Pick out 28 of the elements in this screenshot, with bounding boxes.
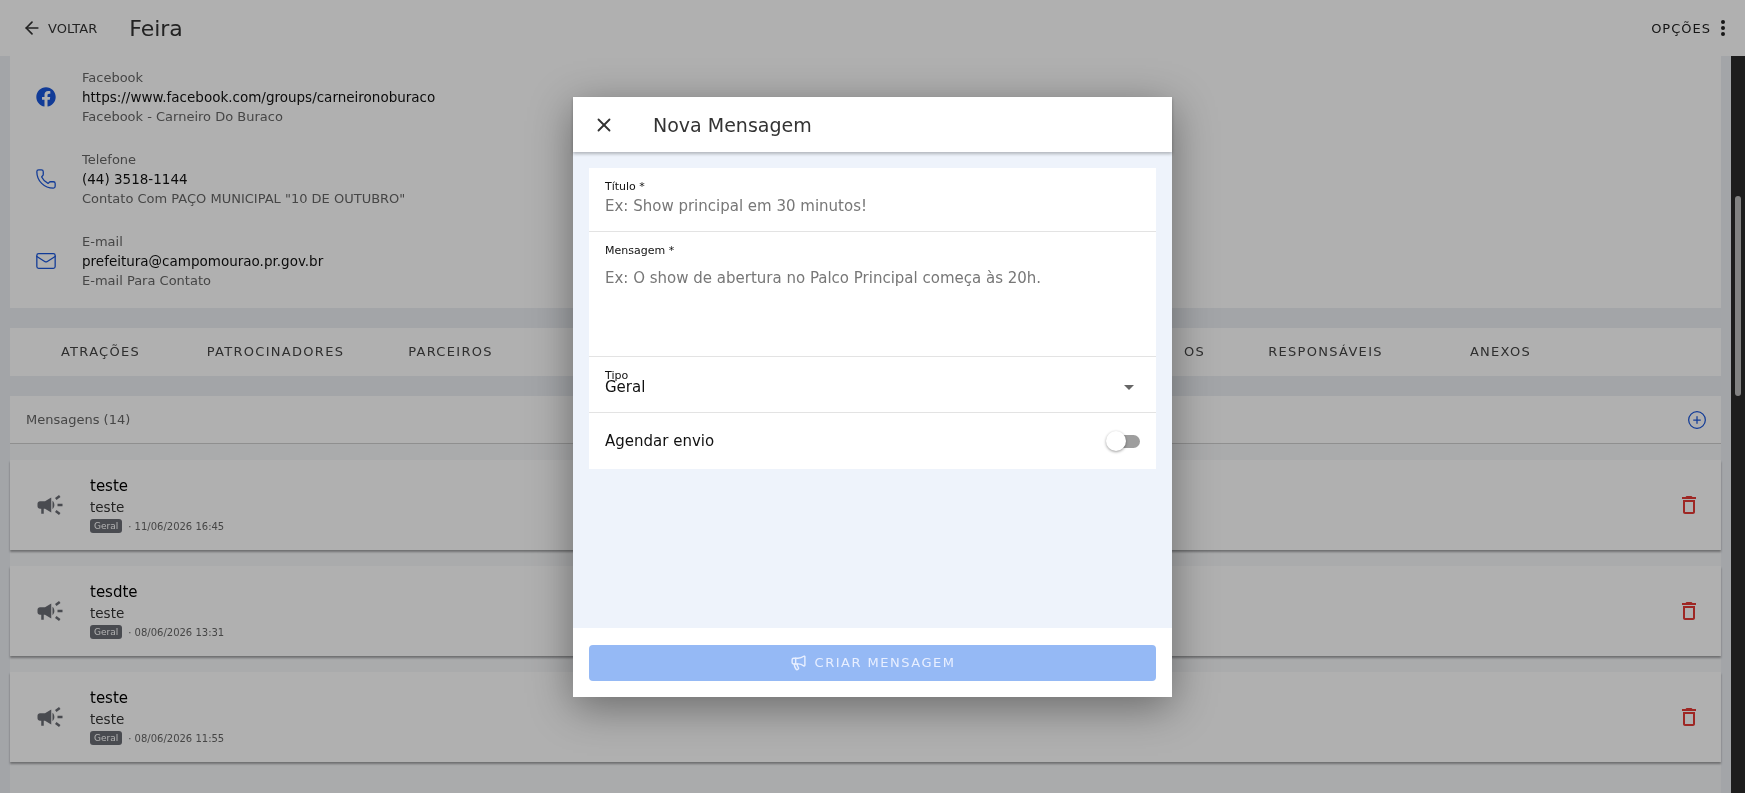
type-tag: Geral (90, 519, 123, 533)
message-title: tesdte (90, 583, 139, 601)
contact-value: (44) 3518-1144 (82, 171, 189, 187)
type-tag: Geral (90, 731, 123, 745)
page-title: Feira (129, 15, 183, 41)
contact-value: https://www.facebook.com/groups/carneironoburaco (82, 89, 436, 105)
message-body: teste (90, 711, 126, 727)
message-date: · 11/06/2026 16:45 (128, 520, 225, 532)
contact-label: E-mail (82, 234, 124, 249)
type-tag: Geral (90, 625, 123, 639)
messages-title: Mensagens (14) (26, 412, 131, 427)
contact-label: Telefone (82, 152, 138, 167)
message-title: teste (90, 689, 130, 707)
contact-value: prefeitura@campomourao.pr.gov.br (82, 253, 324, 269)
field-label: Mensagem * (605, 244, 676, 257)
field-label: Tipo (605, 369, 629, 382)
dialog-title: Nova Mensagem (653, 113, 812, 136)
message-date: · 08/06/2026 13:31 (128, 626, 225, 638)
message-title: teste (90, 477, 130, 495)
contact-description: Contato Com PAÇO MUNICIPAL "10 DE OUTUBRO" (82, 191, 406, 206)
message-date: · 08/06/2026 11:55 (128, 732, 225, 744)
contact-description: Facebook - Carneiro Do Buraco (82, 109, 284, 124)
contact-description: E-mail Para Contato (82, 273, 212, 288)
switch-label: Agendar envio (605, 432, 715, 450)
field-label: Título * (605, 180, 646, 193)
message-body: teste (90, 499, 126, 515)
message-body: teste (90, 605, 126, 621)
contact-label: Facebook (82, 70, 145, 85)
